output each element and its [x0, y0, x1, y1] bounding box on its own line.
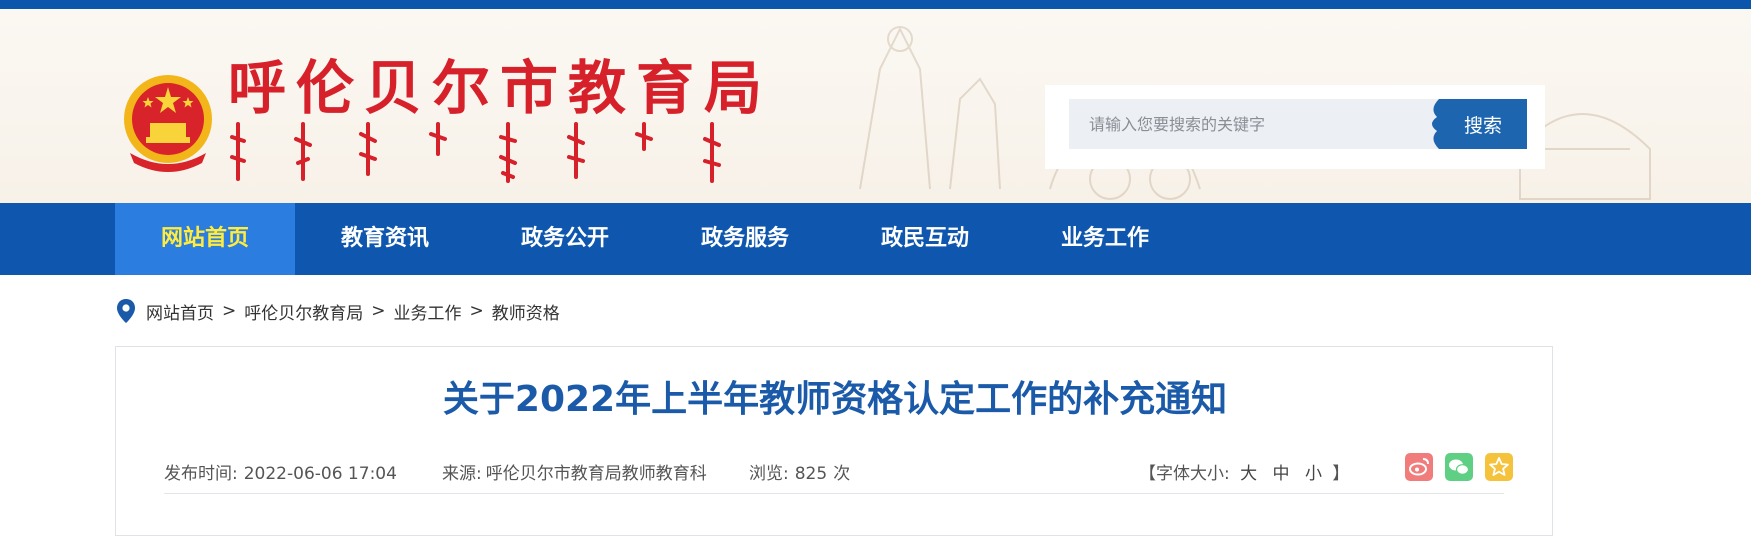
font-size-control: 【字体大小: 大 中 小 】	[1139, 459, 1349, 484]
breadcrumb-separator: >	[222, 301, 237, 321]
nav-item-home[interactable]: 网站首页	[115, 203, 295, 275]
nav-item-education-news[interactable]: 教育资讯	[295, 203, 475, 275]
source-value: 呼伦贝尔市教育局教师教育科	[485, 464, 707, 484]
article-source: 来源: 呼伦贝尔市教育局教师教育科	[442, 459, 707, 484]
publish-time-value: 2022-06-06 17:04	[243, 464, 397, 484]
main-nav: 网站首页 教育资讯 政务公开 政务服务 政民互动 业务工作	[0, 203, 1751, 275]
search-button-label: 搜索	[1463, 114, 1502, 137]
search-button-notch	[1432, 99, 1451, 149]
breadcrumb-item-home[interactable]: 网站首页	[146, 299, 214, 324]
favorite-icon[interactable]	[1485, 453, 1513, 481]
views-value: 825	[794, 464, 828, 484]
breadcrumb-separator: >	[371, 301, 386, 321]
nav-item-government-services[interactable]: 政务服务	[655, 203, 835, 275]
article-title: 关于2022年上半年教师资格认定工作的补充通知	[442, 379, 1228, 420]
nav-item-business-work[interactable]: 业务工作	[1015, 203, 1195, 275]
view-count: 浏览: 825 次	[749, 459, 850, 484]
nav-item-government-affairs[interactable]: 政务公开	[475, 203, 655, 275]
mongolian-script-title	[230, 122, 721, 183]
search-input[interactable]	[1069, 99, 1439, 149]
site-title: 呼伦贝尔市教育局	[228, 54, 773, 122]
article-panel: 关于2022年上半年教师资格认定工作的补充通知 发布时间: 2022-06-06 …	[115, 346, 1553, 536]
font-size-large-button[interactable]: 大	[1240, 464, 1257, 484]
site-header: 呼伦贝尔市教育局 搜索	[0, 9, 1751, 203]
font-size-small-button[interactable]: 小	[1305, 464, 1322, 484]
weibo-icon[interactable]	[1405, 453, 1433, 481]
top-accent-bar	[0, 0, 1751, 9]
font-size-medium-button[interactable]: 中	[1273, 464, 1290, 484]
views-unit: 次	[833, 464, 851, 484]
breadcrumb-separator: >	[469, 301, 484, 321]
national-emblem-logo	[124, 75, 212, 172]
font-size-label: 【字体大小:	[1139, 464, 1230, 484]
location-pin-icon	[117, 299, 135, 323]
search-button[interactable]: 搜索	[1432, 99, 1527, 149]
search-box: 搜索	[1045, 85, 1545, 169]
views-label: 浏览:	[749, 464, 789, 484]
source-label: 来源:	[442, 464, 482, 484]
breadcrumb-item-teacher-qualification[interactable]: 教师资格	[492, 299, 560, 324]
breadcrumb-item-bureau[interactable]: 呼伦贝尔教育局	[244, 299, 363, 324]
wechat-icon[interactable]	[1445, 453, 1473, 481]
publish-time-label: 发布时间:	[164, 464, 238, 484]
font-size-end: 】	[1332, 464, 1350, 484]
nav-item-public-interaction[interactable]: 政民互动	[835, 203, 1015, 275]
breadcrumb: 网站首页 > 呼伦贝尔教育局 > 业务工作 > 教师资格	[116, 296, 560, 326]
article-meta: 发布时间: 2022-06-06 17:04 来源: 呼伦贝尔市教育局教师教育科 浏…	[164, 451, 1513, 494]
publish-time: 发布时间: 2022-06-06 17:04	[164, 459, 397, 484]
breadcrumb-item-business-work[interactable]: 业务工作	[394, 299, 462, 324]
